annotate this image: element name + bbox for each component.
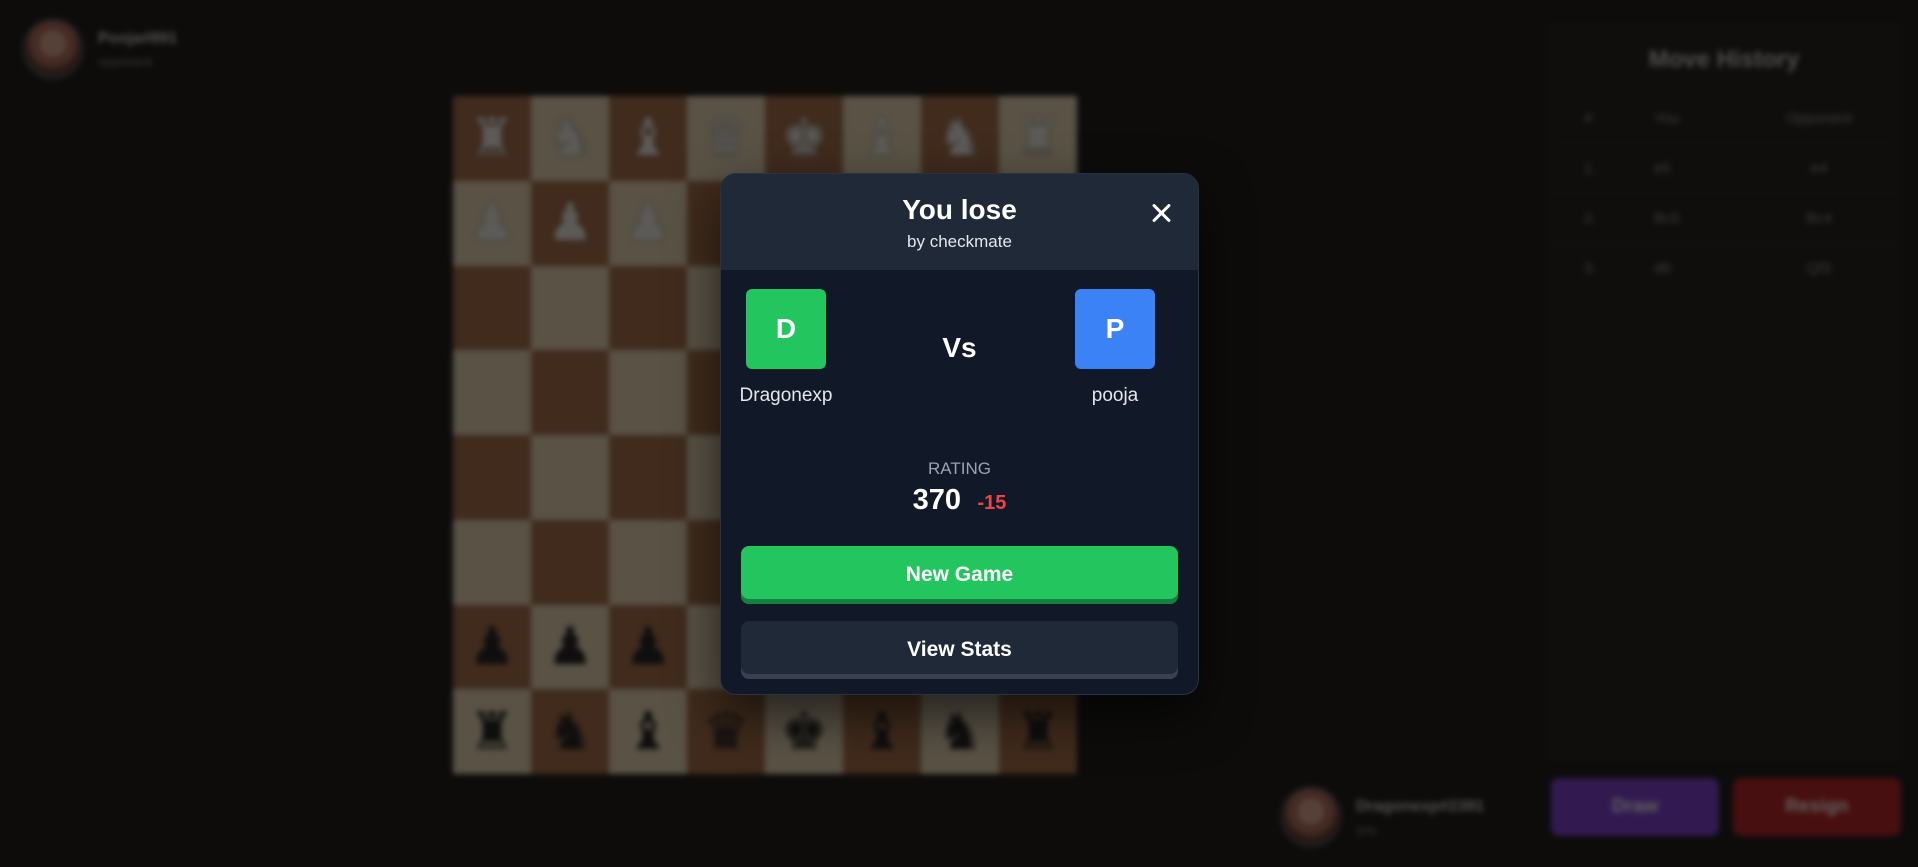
rating-label: RATING [928, 459, 991, 478]
view-stats-button[interactable]: View Stats [741, 621, 1178, 679]
opponent-initial-badge: P [1075, 289, 1155, 369]
app-root: Pooja#891 opponent ♜ ♞ ♝ ♛ ♚ ♝ ♞ ♜ ♟ ♟ ♟ ♟ ♟ ♟ ♜ ♞ ♝ ♛ ♚ ♝ ♞… [0, 0, 1918, 867]
new-game-button[interactable]: New Game [741, 546, 1178, 604]
game-over-modal: You lose by checkmate D Dragonexp Vs P p… [720, 173, 1199, 695]
rating-value: 370 [912, 484, 962, 516]
player-card-right: P pooja [1060, 289, 1170, 407]
modal-header: You lose by checkmate [721, 174, 1198, 270]
opponent-card-name: pooja [1091, 385, 1139, 406]
result-reason: by checkmate [907, 232, 1012, 251]
rating-row: 370 -15 [721, 484, 1198, 517]
rating-change: -15 [977, 492, 1007, 514]
close-icon[interactable] [1148, 200, 1174, 226]
result-title: You lose [902, 194, 1017, 225]
player-card-name: Dragonexp [739, 385, 833, 406]
